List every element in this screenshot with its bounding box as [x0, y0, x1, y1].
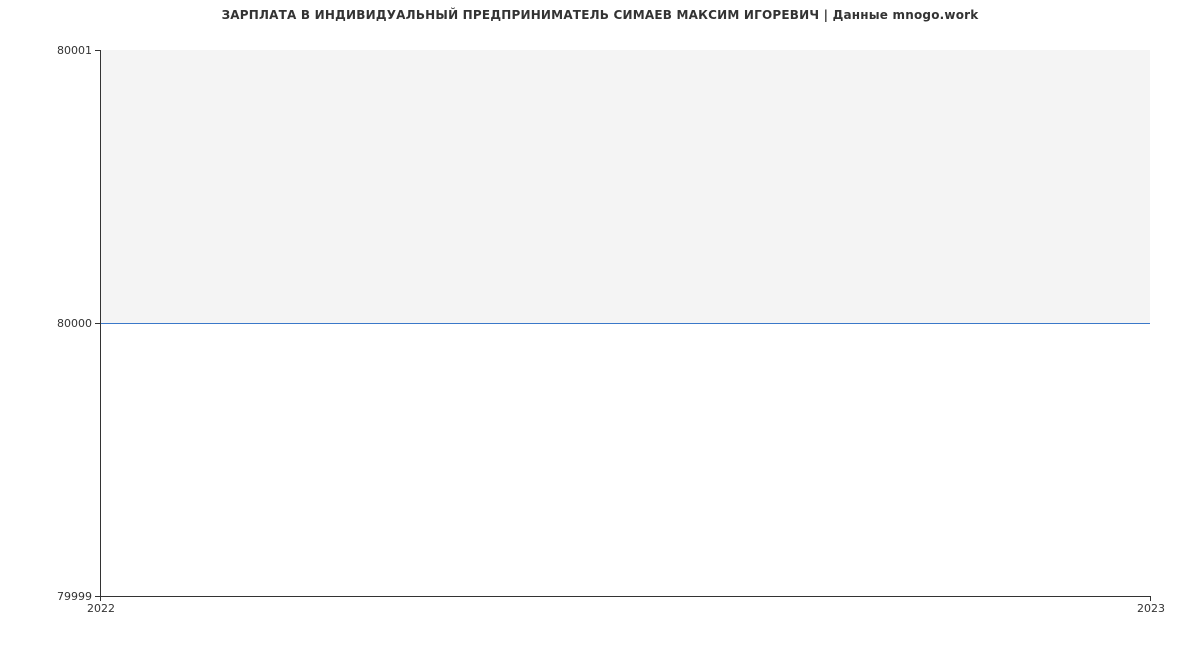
y-tick — [95, 50, 100, 51]
y-tick-label: 79999 — [32, 590, 92, 603]
x-tick — [1150, 596, 1151, 601]
y-tick-label: 80000 — [32, 317, 92, 330]
x-axis — [100, 596, 1150, 597]
series-line-salary — [100, 323, 1150, 324]
salary-chart: ЗАРПЛАТА В ИНДИВИДУАЛЬНЫЙ ПРЕДПРИНИМАТЕЛ… — [0, 0, 1200, 650]
shaded-upper-band — [100, 50, 1150, 323]
x-tick-label: 2023 — [1137, 602, 1165, 615]
y-tick-label: 80001 — [32, 44, 92, 57]
chart-title: ЗАРПЛАТА В ИНДИВИДУАЛЬНЫЙ ПРЕДПРИНИМАТЕЛ… — [0, 8, 1200, 22]
y-axis — [100, 50, 101, 596]
x-tick-label: 2022 — [87, 602, 115, 615]
y-tick — [95, 323, 100, 324]
x-tick — [100, 596, 101, 601]
